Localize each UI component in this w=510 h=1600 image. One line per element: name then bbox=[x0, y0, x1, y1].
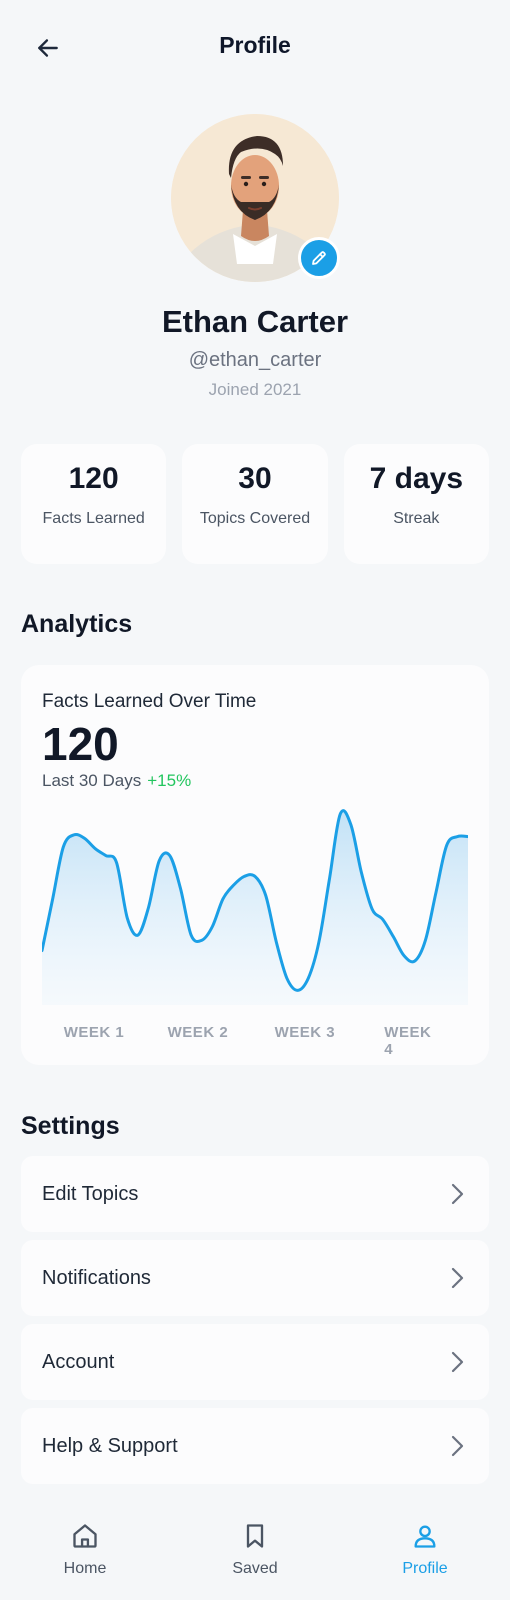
settings-item-account[interactable]: Account bbox=[21, 1324, 489, 1400]
analytics-card: Facts Learned Over Time 120 Last 30 Days… bbox=[21, 665, 489, 1065]
chevron-right-icon bbox=[451, 1351, 464, 1373]
settings-item-notifications[interactable]: Notifications bbox=[21, 1240, 489, 1316]
settings-item-label: Notifications bbox=[42, 1266, 151, 1289]
stat-card-streak: 7 days Streak bbox=[343, 444, 489, 564]
avatar-container bbox=[171, 114, 340, 282]
chart-period: Last 30 Days +15% bbox=[42, 771, 191, 791]
nav-label: Saved bbox=[232, 1560, 278, 1577]
settings-item-label: Account bbox=[42, 1350, 115, 1373]
nav-home[interactable]: Home bbox=[0, 1500, 170, 1600]
stat-value: 30 bbox=[238, 462, 272, 495]
settings-section-title: Settings bbox=[21, 1112, 120, 1140]
profile-handle: @ethan_carter bbox=[188, 349, 322, 371]
home-icon bbox=[73, 1524, 97, 1548]
stat-card-topics: 30 Topics Covered bbox=[182, 444, 328, 564]
profile-name: Ethan Carter bbox=[161, 304, 349, 339]
chevron-right-icon bbox=[451, 1435, 464, 1457]
x-tick-label: WEEK 1 bbox=[63, 1024, 125, 1041]
stat-value: 7 days bbox=[369, 462, 464, 495]
x-axis-labels: WEEK 1 WEEK 2 WEEK 3 WEEK 4 bbox=[42, 1024, 468, 1058]
nav-saved[interactable]: Saved bbox=[170, 1500, 340, 1600]
nav-label: Profile bbox=[402, 1560, 448, 1577]
bookmark-icon bbox=[246, 1524, 264, 1548]
stat-label: Streak bbox=[393, 510, 440, 527]
edit-avatar-button[interactable] bbox=[298, 237, 340, 279]
bottom-nav: Home Saved Profile bbox=[0, 1500, 510, 1600]
profile-joined-date: Joined 2021 bbox=[208, 380, 302, 399]
stats-row: 120 Facts Learned 30 Topics Covered 7 da… bbox=[21, 444, 489, 564]
stat-value: 120 bbox=[68, 462, 119, 495]
chart-area bbox=[42, 810, 468, 1005]
chart-period-label: Last 30 Days bbox=[42, 771, 142, 790]
x-tick-label: WEEK 2 bbox=[167, 1024, 229, 1041]
settings-item-help-support[interactable]: Help & Support bbox=[21, 1408, 489, 1484]
chart-change: +15% bbox=[147, 771, 192, 790]
top-bar: Profile bbox=[0, 0, 510, 94]
analytics-section-title: Analytics bbox=[21, 610, 133, 638]
settings-item-label: Edit Topics bbox=[42, 1182, 139, 1205]
line-chart bbox=[42, 809, 468, 1005]
chevron-right-icon bbox=[451, 1183, 464, 1205]
x-tick-label: WEEK 3 bbox=[274, 1024, 336, 1041]
stat-card-facts: 120 Facts Learned bbox=[21, 444, 167, 564]
chevron-right-icon bbox=[451, 1267, 464, 1289]
page-title: Profile bbox=[219, 32, 291, 58]
nav-label: Home bbox=[63, 1560, 107, 1577]
nav-profile[interactable]: Profile bbox=[340, 1500, 510, 1600]
settings-list: Edit Topics Notifications Account Help &… bbox=[21, 1156, 489, 1492]
settings-item-label: Help & Support bbox=[42, 1434, 178, 1457]
settings-item-edit-topics[interactable]: Edit Topics bbox=[21, 1156, 489, 1232]
user-icon bbox=[414, 1525, 436, 1548]
chart-value: 120 bbox=[42, 718, 119, 770]
x-tick-label: WEEK 4 bbox=[384, 1024, 432, 1058]
stat-label: Topics Covered bbox=[199, 510, 311, 527]
chart-title: Facts Learned Over Time bbox=[42, 691, 257, 712]
pencil-icon bbox=[312, 251, 326, 265]
stat-label: Facts Learned bbox=[42, 510, 145, 527]
